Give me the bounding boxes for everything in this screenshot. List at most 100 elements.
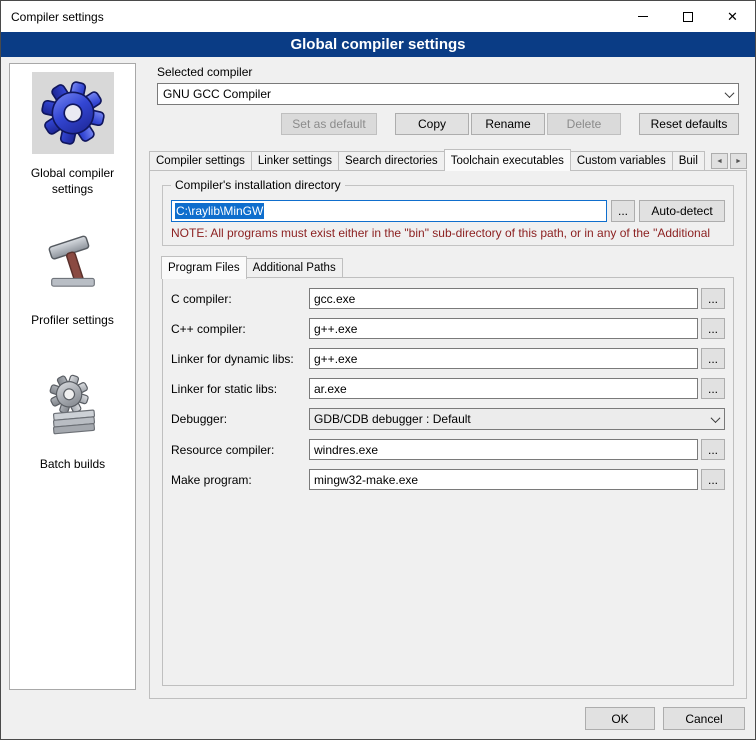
linker-static-libs-label: Linker for static libs: [171,382,309,396]
linker-dynamic-libs-input[interactable]: g++.exe [309,348,698,369]
gear-blue-icon-box [32,72,114,154]
scroll-right-icon: ► [735,158,742,165]
tab-build[interactable]: Buil [673,151,705,171]
c-compiler-input[interactable]: gcc.exe [309,288,698,309]
close-button[interactable]: ✕ [710,1,755,32]
tab-linker-settings[interactable]: Linker settings [252,151,339,171]
minimize-button[interactable] [620,1,665,32]
sidebar-item-label: Profiler settings [29,313,116,329]
installation-directory-input[interactable]: C:\raylib\MinGW [171,200,607,222]
ok-button[interactable]: OK [585,707,655,730]
tab-scroll-arrows: ◄ ► [711,153,747,169]
maximize-button[interactable] [665,1,710,32]
installation-directory-group-title: Compiler's installation directory [171,178,345,192]
installation-directory-browse-button[interactable]: ... [611,200,635,222]
copy-button[interactable]: Copy [395,113,469,135]
settings-category-list: Global compiler settings [9,63,136,690]
reset-defaults-button[interactable]: Reset defaults [639,113,739,135]
installation-directory-note: NOTE: All programs must exist either in … [171,226,725,240]
dialog-body: Global compiler settings [1,57,755,739]
sidebar-item-label: Batch builds [38,457,107,473]
tab-compiler-settings[interactable]: Compiler settings [149,151,252,171]
rename-button[interactable]: Rename [471,113,545,135]
tab-strip: Compiler settingsLinker settingsSearch d… [149,149,708,171]
linker-dynamic-libs-browse-button[interactable]: ... [701,348,725,369]
program-row-resource-compiler: Resource compiler:windres.exe... [171,439,725,460]
program-files-notebook: Program FilesAdditional Paths C compiler… [162,256,734,686]
program-tab-strip: Program FilesAdditional Paths [162,256,734,278]
program-row-linker-static-libs: Linker for static libs:ar.exe... [171,378,725,399]
chevron-down-icon [706,409,724,429]
program-rows: C compiler:gcc.exe...C++ compiler:g++.ex… [171,288,725,490]
hammer-icon [42,229,104,291]
gear-stack-icon-box [32,363,114,445]
tab-additional-paths[interactable]: Additional Paths [247,258,343,278]
program-row-linker-dynamic-libs: Linker for dynamic libs:g++.exe... [171,348,725,369]
tab-program-files[interactable]: Program Files [161,256,247,279]
close-icon: ✕ [727,10,738,23]
set-as-default-button[interactable]: Set as default [281,113,377,135]
installation-directory-row: C:\raylib\MinGW ... Auto-detect [171,200,725,222]
minimize-icon [638,16,648,17]
cpp-compiler-field: g++.exe... [309,318,725,339]
window-title: Compiler settings [1,1,620,32]
linker-dynamic-libs-field: g++.exe... [309,348,725,369]
c-compiler-field: gcc.exe... [309,288,725,309]
scroll-tabs-left-button[interactable]: ◄ [711,153,728,169]
make-program-field: mingw32-make.exe... [309,469,725,490]
sidebar-item-profiler-settings[interactable]: Profiler settings [10,211,135,329]
delete-button[interactable]: Delete [547,113,621,135]
tab-toolchain-executables[interactable]: Toolchain executables [444,149,571,171]
linker-static-libs-input[interactable]: ar.exe [309,378,698,399]
dialog-footer: OK Cancel [585,707,745,730]
resource-compiler-field: windres.exe... [309,439,725,460]
program-files-panel: C compiler:gcc.exe...C++ compiler:g++.ex… [162,277,734,686]
toolchain-executables-page: Compiler's installation directory C:\ray… [149,170,747,699]
selected-compiler-label: Selected compiler [157,65,739,79]
page-title: Global compiler settings [1,32,755,57]
sidebar-item-batch-builds[interactable]: Batch builds [10,355,135,473]
compiler-selection-section: Selected compiler GNU GCC Compiler Set a… [149,61,747,135]
cpp-compiler-input[interactable]: g++.exe [309,318,698,339]
debugger-value: GDB/CDB debugger : Default [310,412,706,426]
make-program-label: Make program: [171,473,309,487]
tab-search-directories[interactable]: Search directories [339,151,445,171]
settings-tab-strip: Compiler settingsLinker settingsSearch d… [149,149,747,171]
compiler-action-buttons: Set as default Copy Rename Delete Reset … [157,113,739,135]
make-program-input[interactable]: mingw32-make.exe [309,469,698,490]
cpp-compiler-browse-button[interactable]: ... [701,318,725,339]
sidebar-item-label: Global compiler settings [10,166,135,197]
gear-blue-icon [40,80,106,146]
selected-compiler-dropdown[interactable]: GNU GCC Compiler [157,83,739,105]
scroll-tabs-right-button[interactable]: ► [730,153,747,169]
titlebar[interactable]: Compiler settings ✕ [1,1,755,32]
main-panel: Selected compiler GNU GCC Compiler Set a… [149,61,747,699]
resource-compiler-input[interactable]: windres.exe [309,439,698,460]
debugger-dropdown[interactable]: GDB/CDB debugger : Default [309,408,725,430]
compiler-settings-dialog: Compiler settings ✕ Global compiler sett… [0,0,756,740]
auto-detect-button[interactable]: Auto-detect [639,200,725,222]
installation-directory-value: C:\raylib\MinGW [175,203,264,219]
tab-custom-variables[interactable]: Custom variables [571,151,673,171]
sidebar-item-global-compiler-settings[interactable]: Global compiler settings [10,64,135,197]
program-row-c-compiler: C compiler:gcc.exe... [171,288,725,309]
cancel-button[interactable]: Cancel [663,707,745,730]
selected-compiler-value: GNU GCC Compiler [158,87,720,101]
debugger-label: Debugger: [171,412,309,426]
linker-dynamic-libs-label: Linker for dynamic libs: [171,352,309,366]
installation-directory-group: Compiler's installation directory C:\ray… [162,185,734,246]
program-row-make-program: Make program:mingw32-make.exe... [171,469,725,490]
c-compiler-browse-button[interactable]: ... [701,288,725,309]
linker-static-libs-browse-button[interactable]: ... [701,378,725,399]
debugger-field: GDB/CDB debugger : Default [309,408,725,430]
cpp-compiler-label: C++ compiler: [171,322,309,336]
resource-compiler-browse-button[interactable]: ... [701,439,725,460]
scroll-left-icon: ◄ [716,158,723,165]
make-program-browse-button[interactable]: ... [701,469,725,490]
c-compiler-label: C compiler: [171,292,309,306]
chevron-down-icon [720,84,738,104]
hammer-icon-box [32,219,114,301]
linker-static-libs-field: ar.exe... [309,378,725,399]
maximize-icon [683,12,693,22]
program-row-cpp-compiler: C++ compiler:g++.exe... [171,318,725,339]
